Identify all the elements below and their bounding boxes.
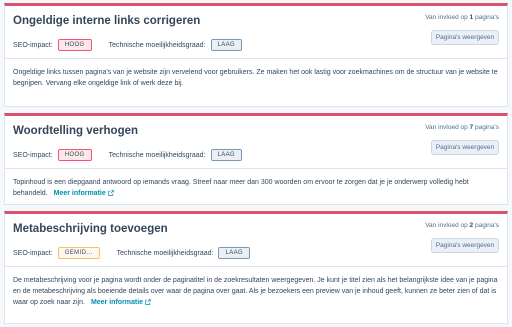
- impact-suffix: pagina's: [474, 222, 499, 229]
- impact-suffix: pagina's: [474, 124, 499, 131]
- difficulty-label: Technische moeilijkheidsgraad:: [116, 249, 214, 257]
- difficulty-label: Technische moeilijkheidsgraad:: [108, 41, 206, 49]
- card-meta: SEO-impact: HOOG Technische moeilijkheid…: [13, 39, 243, 51]
- difficulty-label: Technische moeilijkheidsgraad:: [108, 151, 206, 159]
- recommendation-card: Woordtelling verhogen SEO-impact: HOOG T…: [4, 113, 508, 205]
- pages-affected: Van invloed op 2 pagina's: [425, 222, 499, 229]
- impact-prefix: Van invloed op: [425, 14, 468, 21]
- view-pages-button[interactable]: Pagina's weergeven: [431, 140, 499, 155]
- pages-count: 2: [469, 222, 474, 229]
- seo-impact-label: SEO-impact:: [13, 249, 53, 257]
- card-meta: SEO-impact: HOOG Technische moeilijkheid…: [13, 149, 243, 161]
- more-info-link[interactable]: Meer informatie: [54, 190, 114, 197]
- card-title: Ongeldige interne links corrigeren: [13, 15, 201, 27]
- seo-impact-label: SEO-impact:: [13, 151, 53, 159]
- external-link-icon: [107, 190, 114, 196]
- seo-impact-label: SEO-impact:: [13, 41, 53, 49]
- view-pages-button[interactable]: Pagina's weergeven: [431, 238, 499, 253]
- card-header: Metabeschrijving toevoegen SEO-impact: G…: [5, 214, 507, 267]
- pages-affected: Van invloed op 7 pagina's: [425, 124, 499, 131]
- difficulty-badge: LAAG: [210, 39, 243, 51]
- impact-prefix: Van invloed op: [425, 222, 468, 229]
- seo-impact-badge: HOOG: [57, 149, 92, 161]
- external-link-icon: [145, 299, 151, 305]
- description-text: Ongeldige links tussen pagina's van je w…: [13, 69, 498, 87]
- seo-impact-badge: GEMID...: [57, 247, 100, 259]
- card-meta: SEO-impact: GEMID... Technische moeilijk…: [13, 247, 251, 259]
- difficulty-badge: LAAG: [210, 149, 243, 161]
- card-title: Woordtelling verhogen: [13, 125, 139, 137]
- pages-count: 7: [469, 124, 474, 131]
- recommendation-card: Ongeldige interne links corrigeren SEO-i…: [4, 3, 508, 107]
- view-pages-button[interactable]: Pagina's weergeven: [431, 30, 499, 45]
- card-description: Topinhoud is een diepgaand antwoord op i…: [5, 169, 507, 199]
- more-info-link[interactable]: Meer informatie: [91, 299, 151, 306]
- impact-prefix: Van invloed op: [425, 124, 468, 131]
- description-text: De metabeschrijving voor je pagina wordt…: [13, 277, 498, 306]
- difficulty-badge: LAAG: [218, 247, 251, 259]
- pages-count: 1: [469, 14, 474, 21]
- card-header: Woordtelling verhogen SEO-impact: HOOG T…: [5, 116, 507, 169]
- recommendation-card: Metabeschrijving toevoegen SEO-impact: G…: [4, 211, 508, 324]
- more-info-label: Meer informatie: [53, 190, 106, 197]
- seo-impact-badge: HOOG: [57, 39, 92, 51]
- impact-suffix: pagina's: [474, 14, 499, 21]
- pages-affected: Van invloed op 1 pagina's: [425, 14, 499, 21]
- card-description: Ongeldige links tussen pagina's van je w…: [5, 59, 507, 89]
- more-info-label: Meer informatie: [90, 299, 144, 306]
- card-header: Ongeldige interne links corrigeren SEO-i…: [5, 6, 507, 59]
- card-title: Metabeschrijving toevoegen: [13, 223, 168, 235]
- card-description: De metabeschrijving voor je pagina wordt…: [5, 267, 507, 308]
